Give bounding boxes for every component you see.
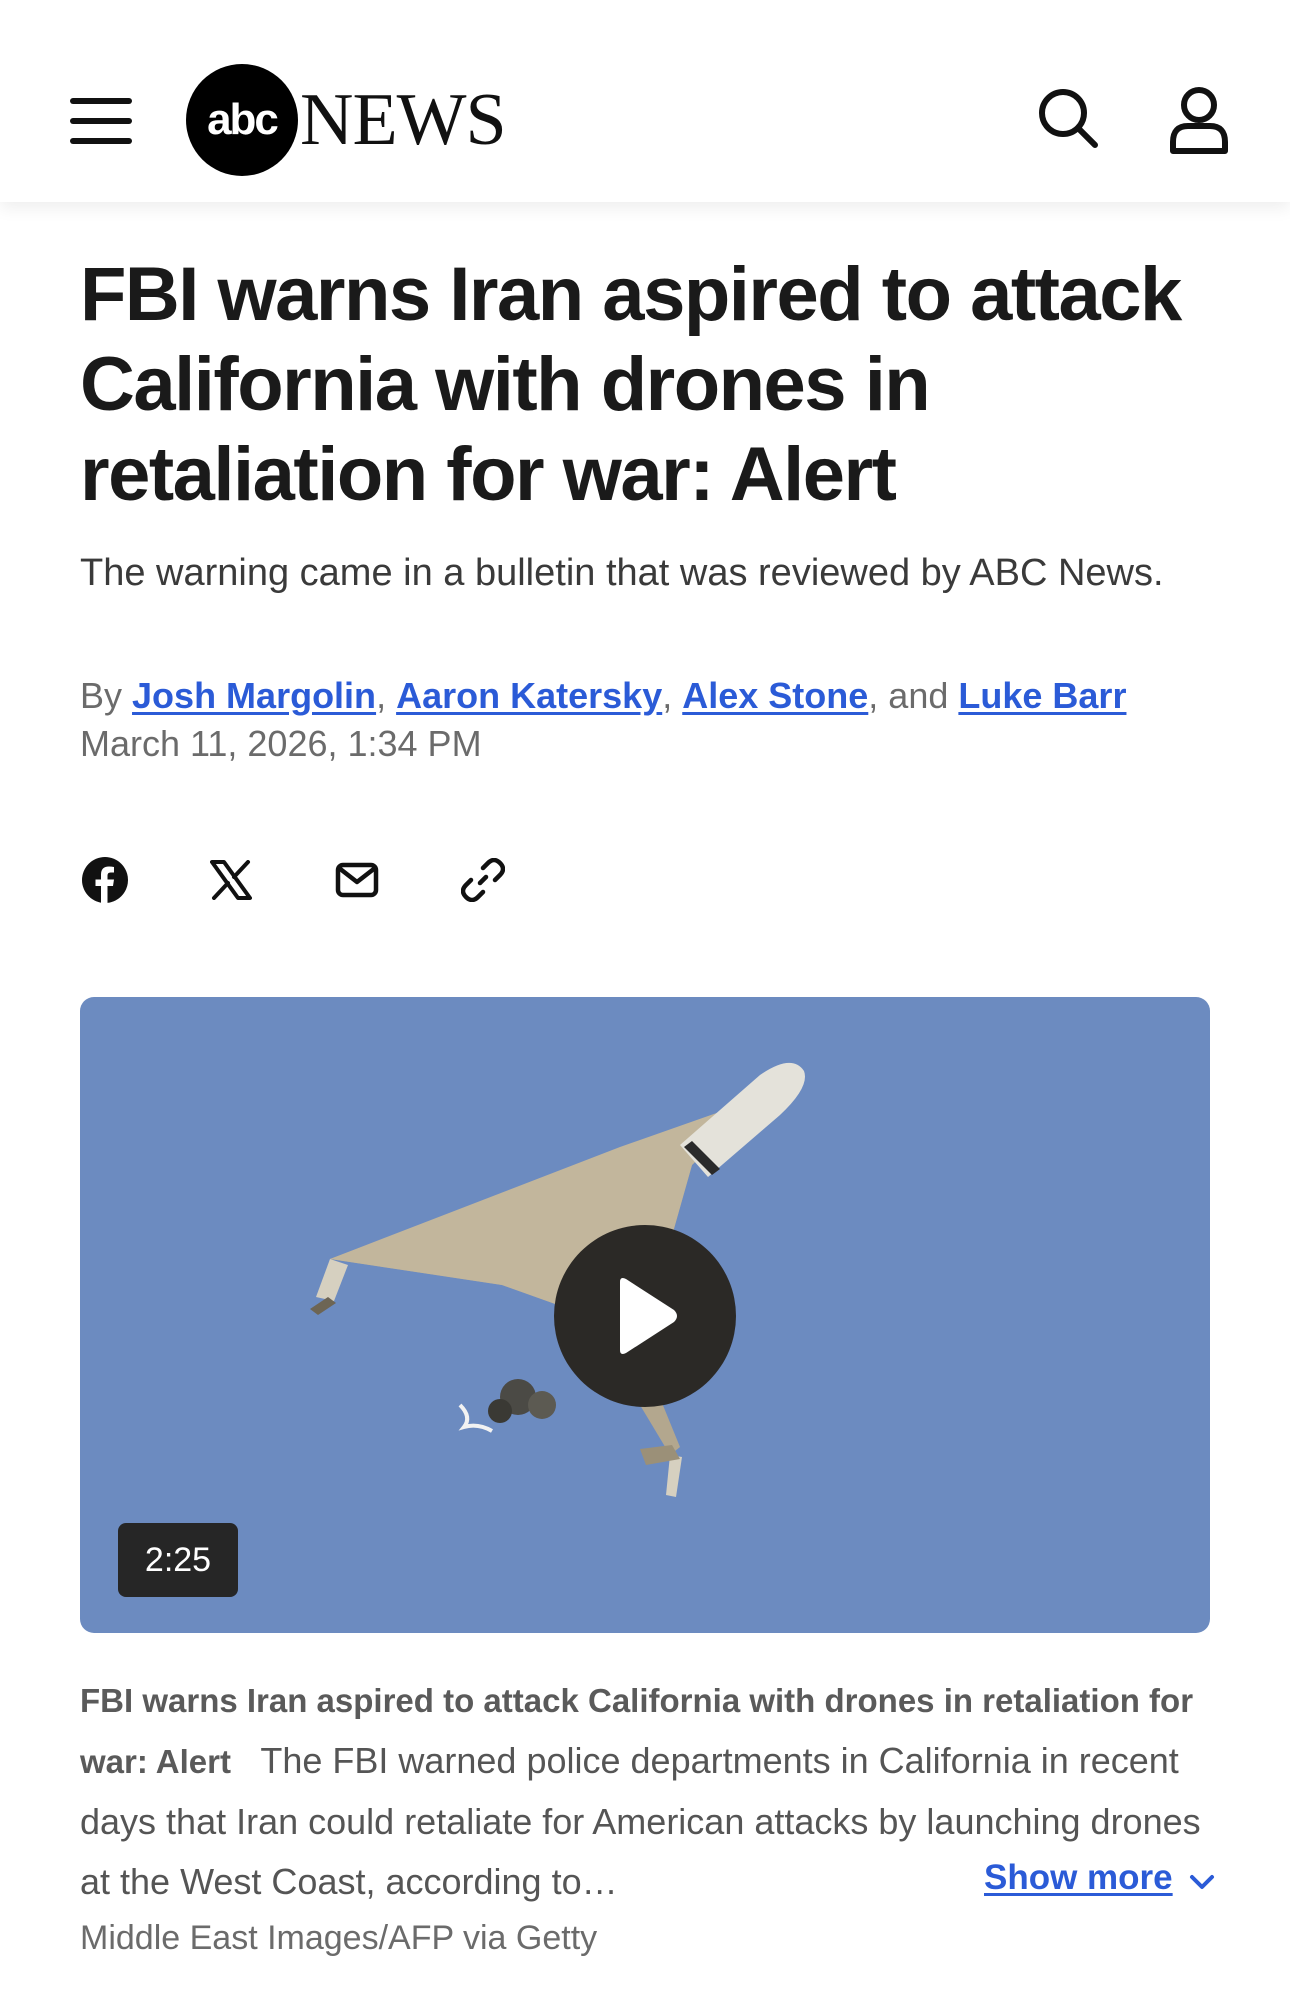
email-icon[interactable] — [332, 855, 382, 905]
author-link[interactable]: Alex Stone — [682, 675, 868, 716]
facebook-icon[interactable] — [80, 855, 130, 905]
publish-date: March 11, 2026, 1:34 PM — [80, 723, 482, 764]
article-subhead: The warning came in a bulletin that was … — [80, 552, 1164, 594]
x-icon[interactable] — [206, 855, 256, 905]
play-icon — [620, 1278, 677, 1354]
show-more-button[interactable]: Show more — [984, 1858, 1215, 1900]
user-icon[interactable] — [1168, 86, 1230, 154]
abc-logo-circle: abc — [186, 64, 298, 176]
author-link[interactable]: Luke Barr — [958, 675, 1126, 716]
chevron-down-icon — [1189, 1860, 1215, 1900]
news-wordmark: NEWS — [300, 78, 507, 161]
article-headline: FBI warns Iran aspired to attack Califor… — [80, 252, 1182, 517]
byline-separator: , — [376, 675, 387, 716]
byline: By Josh Margolin, Aaron Katersky, Alex S… — [80, 672, 1126, 720]
video-player[interactable]: 2:25 — [80, 997, 1210, 1633]
play-button[interactable] — [554, 1225, 736, 1407]
image-credit: Middle East Images/AFP via Getty — [80, 1919, 598, 1957]
search-icon[interactable] — [1036, 86, 1100, 150]
link-icon[interactable] — [458, 855, 508, 905]
byline-separator: , — [662, 675, 673, 716]
byline-prefix: By — [80, 675, 123, 716]
video-duration: 2:25 — [118, 1523, 238, 1597]
abc-news-logo[interactable]: abc NEWS — [186, 64, 507, 176]
author-link[interactable]: Aaron Katersky — [396, 675, 662, 716]
author-link[interactable]: Josh Margolin — [132, 675, 376, 716]
hamburger-menu-icon[interactable] — [70, 98, 132, 144]
show-more-label: Show more — [984, 1858, 1173, 1897]
site-header: abc NEWS — [0, 0, 1290, 202]
byline-separator: , and — [868, 675, 949, 716]
